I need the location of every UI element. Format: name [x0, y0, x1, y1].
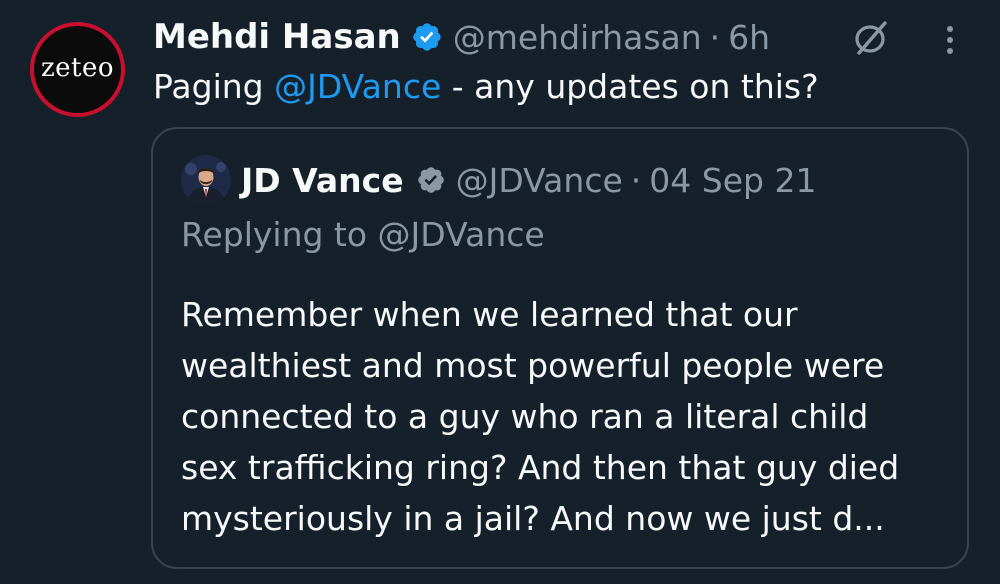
quoted-tweet-date[interactable]: 04 Sep 21 — [649, 161, 816, 200]
quoted-text-line: mysteriously in a jail? And now we just … — [181, 499, 885, 538]
quoted-author-name[interactable]: JD Vance — [241, 161, 404, 200]
author-handle[interactable]: @mehdirhasan — [453, 18, 702, 57]
verified-badge-icon — [413, 23, 441, 51]
separator-dot: · — [709, 17, 721, 57]
tweet-text: Paging @JDVance - any updates on this? — [153, 64, 819, 110]
quoted-verified-badge-icon — [417, 167, 444, 193]
tweet-text-prefix: Paging — [153, 67, 275, 106]
quoted-text-line: wealthiest and most powerful people were — [181, 346, 885, 385]
tweet-time[interactable]: 6h — [728, 18, 770, 57]
quoted-separator-dot: · — [630, 160, 642, 200]
more-vertical-icon[interactable] — [932, 20, 968, 60]
quoted-tweet-header: JD Vance @JDVance · 04 Sep 21 — [241, 154, 816, 206]
quoted-tweet-text: Remember when we learned that our wealth… — [181, 289, 961, 544]
quoted-avatar-photo — [181, 155, 231, 205]
quoted-author-handle[interactable]: @JDVance — [456, 161, 623, 200]
quoted-text-line: Remember when we learned that our — [181, 295, 798, 334]
author-avatar[interactable]: zeteo — [30, 22, 125, 117]
tweet-header: Mehdi Hasan @mehdirhasan · 6h — [153, 12, 770, 62]
grok-icon[interactable] — [848, 18, 892, 58]
avatar-logo-text: zeteo — [40, 52, 115, 83]
quoted-text-line: connected to a guy who ran a literal chi… — [181, 397, 869, 436]
mention-link[interactable]: @JDVance — [274, 67, 441, 106]
quoted-text-line: sex trafficking ring? And then that guy … — [181, 448, 900, 487]
quoted-tweet-card[interactable]: JD Vance @JDVance · 04 Sep 21 Replying t… — [151, 127, 969, 569]
author-name[interactable]: Mehdi Hasan — [153, 17, 401, 57]
tweet-text-suffix: - any updates on this? — [441, 67, 819, 106]
replying-to: Replying to @JDVance — [181, 215, 545, 254]
quoted-author-avatar[interactable] — [181, 155, 231, 205]
